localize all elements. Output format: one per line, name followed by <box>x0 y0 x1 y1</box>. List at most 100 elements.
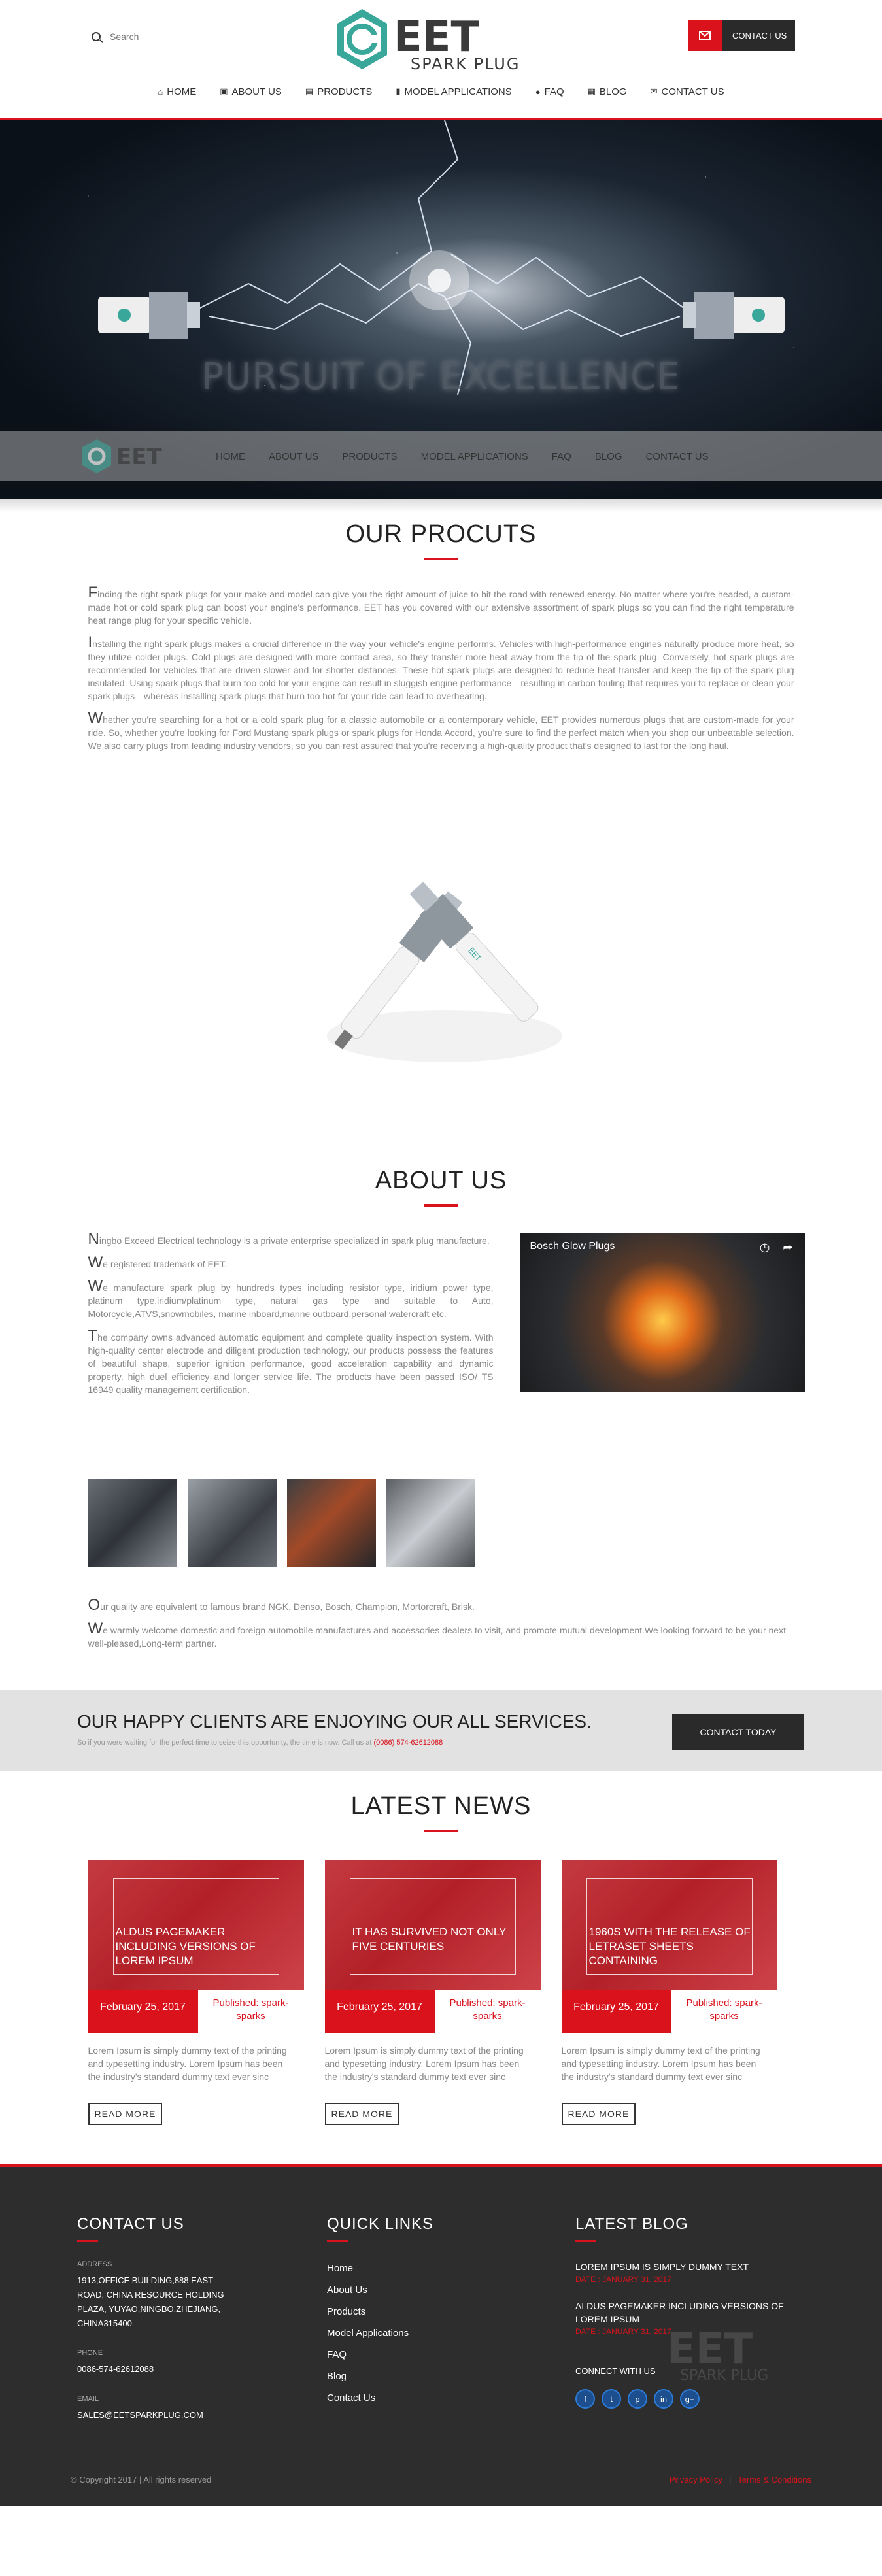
cta-sub-text: So if you were waiting for the perfect t… <box>77 1739 372 1747</box>
blog-post-title[interactable]: ALDUS PAGEMAKER INCLUDING VERSIONS OF LO… <box>575 2300 798 2326</box>
products-paragraph: Whether you're searching for a hot or a … <box>88 709 794 751</box>
products-text: Finding the right spark plugs for your m… <box>88 584 794 752</box>
nav-model-applications[interactable]: ▮ MODEL APPLICATIONS <box>396 86 511 97</box>
share-icon[interactable]: ➦ <box>783 1241 792 1254</box>
title-underline <box>327 2240 348 2242</box>
phone-value[interactable]: 0086-574-62612088 <box>77 2362 286 2377</box>
cta-phone[interactable]: (0086) 574-62612088 <box>373 1739 443 1747</box>
footer-latest-blog: LATEST BLOG LOREM IPSUM IS SIMPLY DUMMY … <box>575 2215 798 2409</box>
social-links: f t p in g+ <box>575 2389 798 2409</box>
news-card-date: February 25, 2017 <box>88 1990 198 2033</box>
search-box[interactable] <box>92 31 241 42</box>
footer-quick-title: QUICK LINKS <box>327 2215 434 2233</box>
quick-link-products[interactable]: Products <box>327 2301 523 2322</box>
news-card-image[interactable]: 1960S WITH THE RELEASE OF LETRASET SHEET… <box>561 1860 777 2033</box>
hero-banner: PURSUIT OF EXCELLENCE EET HOME ABOUT US … <box>0 118 882 499</box>
nav-about-us[interactable]: ▣ ABOUT US <box>220 86 282 97</box>
facebook-icon[interactable]: f <box>575 2389 595 2409</box>
nav-faq[interactable]: ● FAQ <box>535 86 564 97</box>
read-more-button[interactable]: READ MORE <box>88 2103 163 2125</box>
cta-title: OUR HAPPY CLIENTS ARE ENJOYING OUR ALL S… <box>77 1711 592 1731</box>
clock-icon[interactable]: ◷ <box>760 1241 770 1254</box>
news-card-description: Lorem Ipsum is simply dummy text of the … <box>324 2045 524 2082</box>
pinterest-icon[interactable]: p <box>628 2389 647 2409</box>
gallery-thumb-plug-install[interactable] <box>286 1479 376 1567</box>
strip-item-home[interactable]: HOME <box>216 451 245 462</box>
video-controls: ◷ ➦ <box>760 1241 793 1254</box>
strip-item-about-us[interactable]: ABOUT US <box>269 451 318 462</box>
blog-post: LOREM IPSUM IS SIMPLY DUMMY TEXT DATE : … <box>575 2260 798 2284</box>
question-icon: ● <box>535 86 541 97</box>
linkedin-icon[interactable]: in <box>654 2389 673 2409</box>
address-label: ADDRESS <box>77 2260 112 2268</box>
about-section: ABOUT US Ningbo Exceed Electrical techno… <box>0 1128 882 1648</box>
strip-item-blog[interactable]: BLOG <box>595 451 622 462</box>
strip-item-model-applications[interactable]: MODEL APPLICATIONS <box>421 451 528 462</box>
quick-link-home[interactable]: Home <box>327 2258 523 2279</box>
google-plus-icon[interactable]: g+ <box>680 2389 700 2409</box>
legal-links: Privacy Policy | Terms & Conditions <box>670 2475 811 2484</box>
contact-today-button[interactable]: CONTACT TODAY <box>672 1714 804 1750</box>
privacy-policy-link[interactable]: Privacy Policy <box>670 2475 722 2484</box>
site-logo[interactable]: EET SPARK PLUG <box>330 8 552 73</box>
gallery-thumb-engine[interactable] <box>88 1479 177 1567</box>
news-card-description: Lorem Ipsum is simply dummy text of the … <box>88 2045 287 2082</box>
nav-label: MODEL APPLICATIONS <box>404 86 512 97</box>
email-value[interactable]: SALES@EETSPARKPLUG.COM <box>77 2408 286 2422</box>
hero-strip-nav: HOME ABOUT US PRODUCTS MODEL APPLICATION… <box>216 451 709 462</box>
quick-link-faq[interactable]: FAQ <box>327 2344 523 2366</box>
about-paragraph: The company owns advanced automatic equi… <box>88 1327 494 1395</box>
quick-link-contact-us[interactable]: Contact Us <box>327 2387 523 2409</box>
quick-link-blog[interactable]: Blog <box>327 2366 523 2387</box>
quick-link-about-us[interactable]: About Us <box>327 2279 523 2301</box>
envelope-icon <box>688 20 722 51</box>
svg-text:SPARK PLUG: SPARK PLUG <box>411 55 520 73</box>
gallery-thumb-plug-hand[interactable] <box>386 1479 475 1567</box>
strip-item-products[interactable]: PRODUCTS <box>342 451 397 462</box>
video-player[interactable]: Bosch Glow Plugs ◷ ➦ <box>519 1233 805 1392</box>
nav-blog[interactable]: ▦ BLOG <box>588 86 627 97</box>
contact-us-button[interactable]: CONTACT US <box>688 20 795 51</box>
products-title: OUR PROCUTS <box>345 520 537 548</box>
nav-label: FAQ <box>544 86 564 97</box>
products-section: OUR PROCUTS Finding the right spark plug… <box>0 512 882 1128</box>
about-bottom-text: Our quality are equivalent to famous bra… <box>88 1596 794 1659</box>
footer-bottom-bar: © Copyright 2017 | All rights reserved P… <box>71 2460 811 2499</box>
search-icon[interactable] <box>92 32 101 41</box>
blog-post-date: DATE : JANUARY 31, 2017 <box>575 2327 671 2336</box>
contact-us-label: CONTACT US <box>732 30 787 41</box>
quick-links-list: Home About Us Products Model Application… <box>327 2258 523 2409</box>
about-paragraph: We warmly welcome domestic and foreign a… <box>88 1620 786 1648</box>
read-more-button[interactable]: READ MORE <box>561 2103 636 2125</box>
news-card-image[interactable]: IT HAS SURVIVED NOT ONLY FIVE CENTURIES … <box>324 1860 541 2033</box>
blog-icon: ▦ <box>587 86 596 96</box>
search-input[interactable] <box>110 31 241 42</box>
twitter-icon[interactable]: t <box>602 2389 621 2409</box>
news-card-published: Published: spark-sparks <box>671 1990 777 2033</box>
terms-link[interactable]: Terms & Conditions <box>738 2475 811 2484</box>
left-spark-plug-image <box>98 292 200 339</box>
gallery-thumb-engine-bay[interactable] <box>187 1479 277 1567</box>
envelope-icon: ✉ <box>650 86 658 96</box>
blog-post-title[interactable]: LOREM IPSUM IS SIMPLY DUMMY TEXT <box>575 2260 798 2273</box>
connect-label: CONNECT WITH US <box>575 2366 656 2376</box>
about-paragraph: We registered trademark of EET. <box>88 1254 228 1271</box>
nav-products[interactable]: ▤ PRODUCTS <box>305 86 372 97</box>
strip-item-contact-us[interactable]: CONTACT US <box>646 451 709 462</box>
strip-item-faq[interactable]: FAQ <box>552 451 571 462</box>
news-card-published: Published: spark-sparks <box>434 1990 541 2033</box>
nav-home[interactable]: ⌂ HOME <box>158 86 196 97</box>
quick-link-model-applications[interactable]: Model Applications <box>327 2322 523 2344</box>
hero-shadow <box>0 499 882 512</box>
footer-quick-links: QUICK LINKS Home About Us Products Model… <box>327 2215 523 2409</box>
email-label: EMAIL <box>77 2395 99 2403</box>
about-title: ABOUT US <box>375 1167 507 1194</box>
news-card-caption: ALDUS PAGEMAKER INCLUDING VERSIONS OF LO… <box>115 1926 256 1967</box>
nav-contact-us[interactable]: ✉ CONTACT US <box>651 86 724 97</box>
news-card: ALDUS PAGEMAKER INCLUDING VERSIONS OF LO… <box>88 1860 304 2125</box>
read-more-button[interactable]: READ MORE <box>324 2103 399 2125</box>
svg-text:EET: EET <box>394 13 479 61</box>
title-underline <box>77 2240 98 2242</box>
news-card: IT HAS SURVIVED NOT ONLY FIVE CENTURIES … <box>324 1860 541 2125</box>
news-card-image[interactable]: ALDUS PAGEMAKER INCLUDING VERSIONS OF LO… <box>88 1860 304 2033</box>
